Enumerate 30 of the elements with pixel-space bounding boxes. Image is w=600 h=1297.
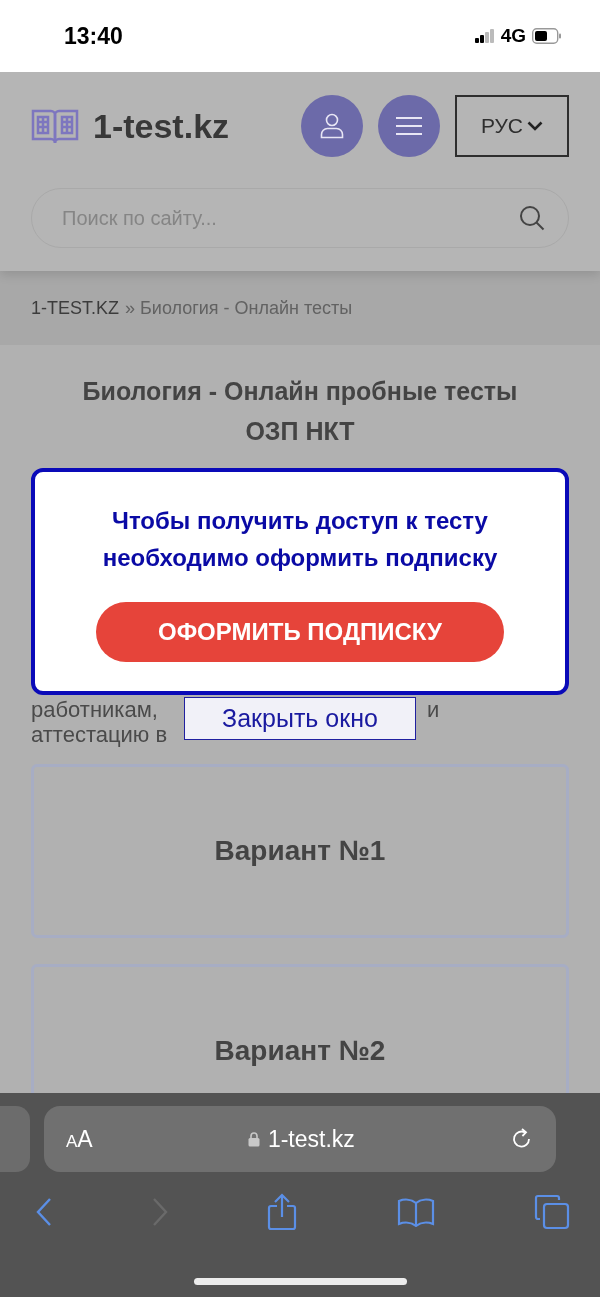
tabs-icon[interactable] <box>534 1194 570 1230</box>
menu-icon <box>396 116 422 136</box>
close-window-button[interactable]: Закрыть окно <box>184 697 416 740</box>
lock-icon <box>247 1131 260 1147</box>
paragraph-text: и <box>427 698 440 722</box>
tab-preview[interactable] <box>0 1106 30 1172</box>
battery-icon <box>532 28 562 44</box>
dialog-message: Чтобы получить доступ к тесту необходимо оформить подписку <box>101 506 499 573</box>
bookmarks-icon[interactable] <box>396 1197 435 1227</box>
signal-icon <box>474 29 495 43</box>
paragraph-text: аттестацию в <box>31 722 168 747</box>
chevron-down-icon <box>527 121 544 131</box>
status-time: 13:40 <box>64 22 123 50</box>
book-icon <box>31 107 79 145</box>
site-logo-text[interactable]: 1-test.kz <box>93 106 230 146</box>
user-icon <box>320 113 344 139</box>
text-size-button[interactable]: AA <box>66 1125 93 1153</box>
paragraph-text: работникам, <box>31 698 158 722</box>
network-label: 4G <box>500 25 526 47</box>
subscribe-button[interactable]: ОФОРМИТЬ ПОДПИСКУ <box>96 602 504 662</box>
breadcrumb-link[interactable]: 1-TEST.KZ <box>31 297 119 319</box>
language-selector[interactable]: РУС <box>455 95 569 157</box>
url-text: 1-test.kz <box>267 1125 355 1153</box>
back-icon[interactable] <box>36 1197 52 1227</box>
page-title: Биология - Онлайн пробные тесты ОЗП НКТ <box>81 376 519 447</box>
address-bar[interactable]: AA 1-test.kz <box>44 1106 556 1172</box>
share-icon[interactable] <box>267 1193 297 1231</box>
breadcrumb-current: » Биология - Онлайн тесты <box>125 297 353 319</box>
search-icon[interactable] <box>519 205 545 231</box>
variant-card[interactable]: Вариант №1 <box>31 764 569 938</box>
